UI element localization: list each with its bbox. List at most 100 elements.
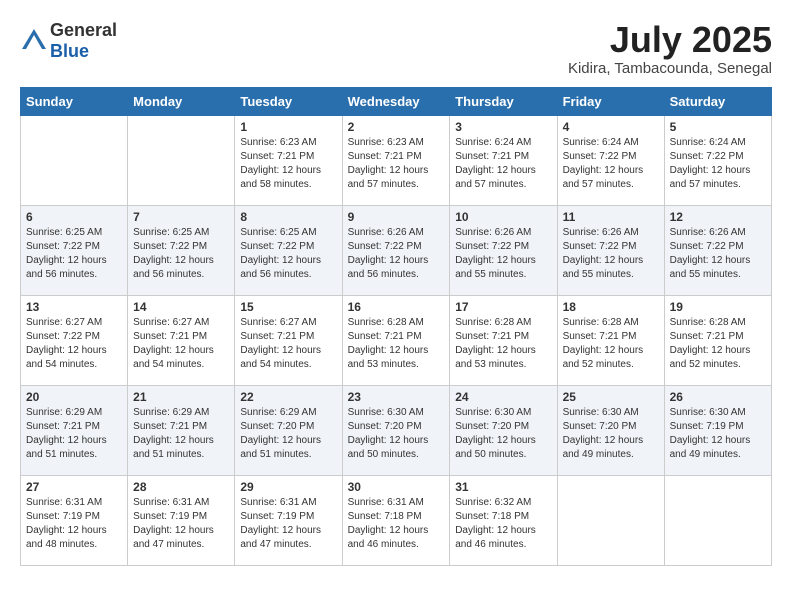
calendar-cell: 14 Sunrise: 6:27 AM Sunset: 7:21 PM Dayli… [128,295,235,385]
day-number: 14 [133,300,229,314]
day-number: 23 [348,390,445,404]
calendar-cell: 6 Sunrise: 6:25 AM Sunset: 7:22 PM Daylig… [21,205,128,295]
calendar-cell: 3Sunrise: 6:24 AM Sunset: 7:21 PM Daylig… [450,115,557,205]
day-number: 21 [133,390,229,404]
page-header: General Blue July 2025 Kidira, Tambacoun… [20,20,772,77]
day-info: Sunrise: 6:30 AM Sunset: 7:19 PM Dayligh… [670,406,766,462]
calendar-cell: 27Sunrise: 6:31 AM Sunset: 7:19 PM Dayli… [21,475,128,565]
calendar-cell: 24Sunrise: 6:30 AM Sunset: 7:20 PM Dayli… [450,385,557,475]
day-info: Sunrise: 6:27 AM Sunset: 7:22 PM Dayligh… [26,316,122,372]
weekday-header-tuesday: Tuesday [235,87,342,115]
calendar-cell: 30Sunrise: 6:31 AM Sunset: 7:18 PM Dayli… [342,475,450,565]
weekday-header-sunday: Sunday [21,87,128,115]
calendar-cell: 8Sunrise: 6:25 AM Sunset: 7:22 PM Daylig… [235,205,342,295]
day-number: 26 [670,390,766,404]
calendar-cell: 7 Sunrise: 6:25 AM Sunset: 7:22 PM Daylig… [128,205,235,295]
weekday-header-saturday: Saturday [664,87,771,115]
day-number: 7 [133,210,229,224]
day-number: 31 [455,480,551,494]
day-info: Sunrise: 6:26 AM Sunset: 7:22 PM Dayligh… [670,226,766,282]
day-number: 2 [348,120,445,134]
day-info: Sunrise: 6:25 AM Sunset: 7:22 PM Dayligh… [133,226,229,282]
weekday-header-wednesday: Wednesday [342,87,450,115]
calendar-week-row: 13 Sunrise: 6:27 AM Sunset: 7:22 PM Dayli… [21,295,772,385]
calendar-week-row: 1 Sunrise: 6:23 AM Sunset: 7:21 PM Daylig… [21,115,772,205]
calendar-cell [21,115,128,205]
weekday-header-friday: Friday [557,87,664,115]
calendar-cell: 4Sunrise: 6:24 AM Sunset: 7:22 PM Daylig… [557,115,664,205]
weekday-header-thursday: Thursday [450,87,557,115]
day-number: 10 [455,210,551,224]
logo-general: General [50,20,117,40]
day-info: Sunrise: 6:29 AM Sunset: 7:21 PM Dayligh… [26,406,122,462]
day-number: 22 [240,390,336,404]
day-number: 29 [240,480,336,494]
calendar-table: SundayMondayTuesdayWednesdayThursdayFrid… [20,87,772,566]
day-info: Sunrise: 6:23 AM Sunset: 7:21 PM Dayligh… [348,136,445,192]
day-number: 20 [26,390,122,404]
calendar-cell: 10 Sunrise: 6:26 AM Sunset: 7:22 PM Dayli… [450,205,557,295]
day-number: 17 [455,300,551,314]
month-title: July 2025 [568,20,772,60]
day-info: Sunrise: 6:31 AM Sunset: 7:19 PM Dayligh… [240,496,336,552]
day-info: Sunrise: 6:24 AM Sunset: 7:22 PM Dayligh… [670,136,766,192]
day-number: 13 [26,300,122,314]
day-number: 4 [563,120,659,134]
day-number: 5 [670,120,766,134]
day-info: Sunrise: 6:28 AM Sunset: 7:21 PM Dayligh… [348,316,445,372]
calendar-cell [128,115,235,205]
day-number: 12 [670,210,766,224]
location-title: Kidira, Tambacounda, Senegal [568,60,772,77]
calendar-cell: 18Sunrise: 6:28 AM Sunset: 7:21 PM Dayli… [557,295,664,385]
calendar-cell: 13 Sunrise: 6:27 AM Sunset: 7:22 PM Dayli… [21,295,128,385]
day-number: 9 [348,210,445,224]
day-number: 24 [455,390,551,404]
logo-text: General Blue [50,20,117,62]
day-info: Sunrise: 6:26 AM Sunset: 7:22 PM Dayligh… [455,226,551,282]
day-info: Sunrise: 6:30 AM Sunset: 7:20 PM Dayligh… [563,406,659,462]
calendar-cell: 1 Sunrise: 6:23 AM Sunset: 7:21 PM Daylig… [235,115,342,205]
day-info: Sunrise: 6:32 AM Sunset: 7:18 PM Dayligh… [455,496,551,552]
calendar-week-row: 27 Sunrise: 6:31 AM Sunset: 7:19 PM Dayli… [21,475,772,565]
day-number: 6 [26,210,122,224]
weekday-header-row: SundayMondayTuesdayWednesdayThursdayFrid… [21,87,772,115]
calendar-cell: 29 Sunrise: 6:31 AM Sunset: 7:19 PM Dayli… [235,475,342,565]
calendar-cell: 17 Sunrise: 6:28 AM Sunset: 7:21 PM Dayli… [450,295,557,385]
calendar-cell: 26 Sunrise: 6:30 AM Sunset: 7:19 PM Dayli… [664,385,771,475]
calendar-cell: 23Sunrise: 6:30 AM Sunset: 7:20 PM Dayli… [342,385,450,475]
day-info: Sunrise: 6:29 AM Sunset: 7:21 PM Dayligh… [133,406,229,462]
calendar-cell [557,475,664,565]
day-number: 8 [240,210,336,224]
calendar-cell: 2 Sunrise: 6:23 AM Sunset: 7:21 PM Daylig… [342,115,450,205]
title-block: July 2025 Kidira, Tambacounda, Senegal [568,20,772,77]
calendar-cell: 11Sunrise: 6:26 AM Sunset: 7:22 PM Dayli… [557,205,664,295]
day-number: 19 [670,300,766,314]
calendar-week-row: 20 Sunrise: 6:29 AM Sunset: 7:21 PM Dayli… [21,385,772,475]
calendar-cell: 20 Sunrise: 6:29 AM Sunset: 7:21 PM Dayli… [21,385,128,475]
calendar-cell: 19Sunrise: 6:28 AM Sunset: 7:21 PM Dayli… [664,295,771,385]
day-info: Sunrise: 6:25 AM Sunset: 7:22 PM Dayligh… [26,226,122,282]
day-number: 3 [455,120,551,134]
day-info: Sunrise: 6:28 AM Sunset: 7:21 PM Dayligh… [563,316,659,372]
day-number: 27 [26,480,122,494]
day-info: Sunrise: 6:27 AM Sunset: 7:21 PM Dayligh… [240,316,336,372]
day-info: Sunrise: 6:29 AM Sunset: 7:20 PM Dayligh… [240,406,336,462]
day-info: Sunrise: 6:26 AM Sunset: 7:22 PM Dayligh… [348,226,445,282]
day-info: Sunrise: 6:26 AM Sunset: 7:22 PM Dayligh… [563,226,659,282]
calendar-cell: 22 Sunrise: 6:29 AM Sunset: 7:20 PM Dayli… [235,385,342,475]
calendar-cell: 21 Sunrise: 6:29 AM Sunset: 7:21 PM Dayli… [128,385,235,475]
day-number: 25 [563,390,659,404]
day-info: Sunrise: 6:31 AM Sunset: 7:19 PM Dayligh… [133,496,229,552]
calendar-cell: 25 Sunrise: 6:30 AM Sunset: 7:20 PM Dayli… [557,385,664,475]
day-info: Sunrise: 6:27 AM Sunset: 7:21 PM Dayligh… [133,316,229,372]
logo: General Blue [20,20,117,62]
calendar-cell: 15Sunrise: 6:27 AM Sunset: 7:21 PM Dayli… [235,295,342,385]
day-info: Sunrise: 6:28 AM Sunset: 7:21 PM Dayligh… [455,316,551,372]
day-number: 30 [348,480,445,494]
day-number: 16 [348,300,445,314]
calendar-cell: 16 Sunrise: 6:28 AM Sunset: 7:21 PM Dayli… [342,295,450,385]
day-number: 28 [133,480,229,494]
day-info: Sunrise: 6:23 AM Sunset: 7:21 PM Dayligh… [240,136,336,192]
day-number: 1 [240,120,336,134]
calendar-week-row: 6 Sunrise: 6:25 AM Sunset: 7:22 PM Daylig… [21,205,772,295]
